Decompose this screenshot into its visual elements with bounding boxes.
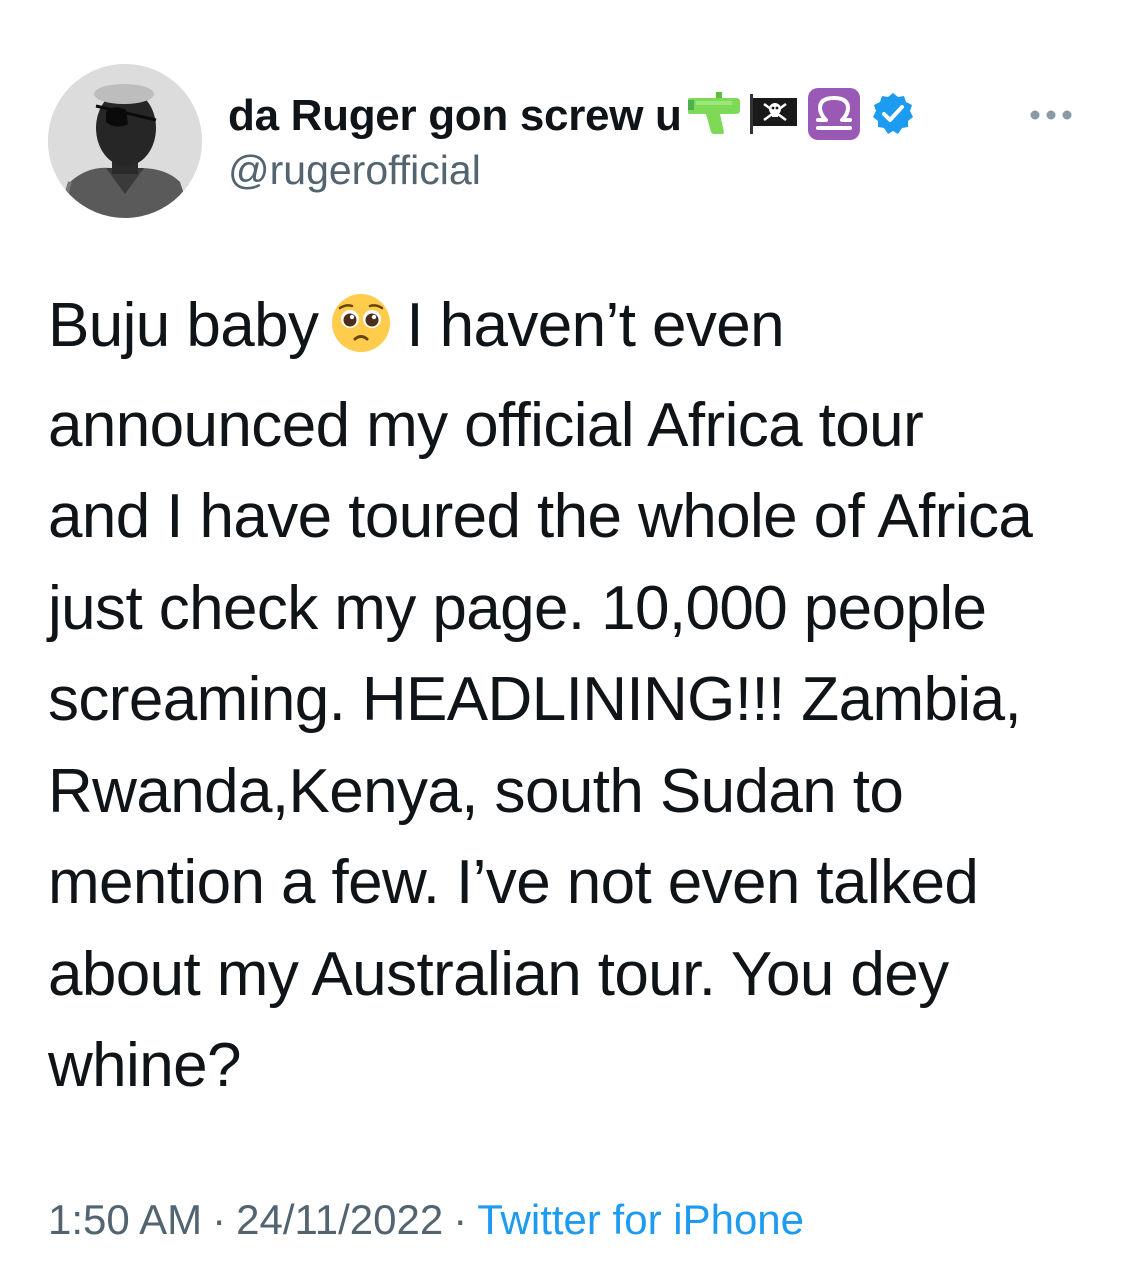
verified-badge-icon (870, 91, 916, 142)
tweet-line: about my Australian tour. You dey (48, 939, 949, 1009)
pirate-flag-icon (746, 92, 802, 141)
display-name[interactable]: da Ruger gon screw u (228, 91, 682, 141)
tweet: da Ruger gon screw u @rugerofficial Buju… (0, 0, 1125, 1283)
libra-icon (806, 86, 862, 147)
tweet-line: and I have toured the whole of Africa (48, 482, 1033, 551)
tweet-text: Buju baby I haven’t even announced my of… (48, 280, 1088, 1112)
profile-photo (48, 64, 202, 218)
tweet-line: announced my official Africa tour (48, 390, 924, 460)
name-row: da Ruger gon screw u (228, 86, 988, 147)
tweet-line: Rwanda,Kenya, south Sudan to (48, 756, 904, 826)
pleading-face-icon (330, 288, 392, 380)
tweet-line: just check my page. 10,000 people (48, 573, 987, 643)
tweet-line: whine? (48, 1031, 241, 1100)
tweet-line: screaming. HEADLINING!!! Zambia, (48, 665, 1022, 734)
more-dots-icon (1030, 110, 1072, 120)
tweet-source-link[interactable]: Twitter for iPhone (477, 1196, 804, 1243)
tweet-text-segment: I haven’t even (406, 291, 785, 360)
user-header: da Ruger gon screw u @rugerofficial (228, 86, 988, 194)
tweet-date[interactable]: 24/11/2022 (236, 1196, 443, 1243)
meta-separator: · (212, 1196, 227, 1243)
tweet-meta: 1:50 AM · 24/11/2022 · Twitter for iPhone (48, 1192, 804, 1248)
more-options-button[interactable] (1026, 100, 1076, 130)
tweet-line: mention a few. I’ve not even talked (48, 848, 979, 917)
water-pistol-icon (686, 91, 742, 141)
meta-separator: · (453, 1196, 468, 1243)
user-handle[interactable]: @rugerofficial (228, 146, 988, 194)
tweet-line: Buju baby I haven’t even (48, 280, 1088, 380)
avatar[interactable] (48, 64, 202, 218)
tweet-time[interactable]: 1:50 AM (48, 1196, 202, 1243)
tweet-text-segment: Buju baby (48, 291, 319, 360)
